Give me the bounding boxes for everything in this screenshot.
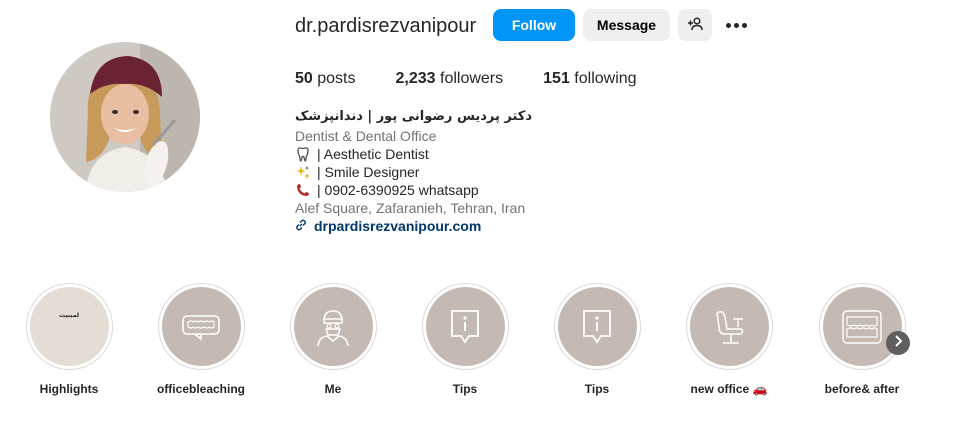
followers-stat[interactable]: 2,233 followers bbox=[396, 70, 504, 88]
profile-avatar[interactable] bbox=[50, 42, 200, 192]
highlight-label: before& after bbox=[824, 382, 900, 396]
highlight-item[interactable]: Tips bbox=[399, 283, 531, 397]
sparkles-icon bbox=[295, 164, 311, 180]
dental-chair-icon bbox=[689, 287, 769, 366]
teeth-rows-icon bbox=[822, 287, 902, 366]
highlight-item[interactable]: لمینیت Highlights bbox=[3, 283, 135, 397]
chevron-right-icon bbox=[893, 334, 903, 352]
bio-line-aesthetic: | Aesthetic Dentist bbox=[295, 145, 532, 163]
telephone-icon bbox=[295, 182, 311, 198]
highlight-ring bbox=[818, 283, 906, 370]
teeth-speech-bubble-icon bbox=[161, 287, 241, 366]
person-add-icon bbox=[687, 16, 703, 35]
info-bubble-icon bbox=[557, 287, 637, 366]
highlight-item[interactable]: officebleaching bbox=[135, 283, 267, 397]
profile-username: dr.pardisrezvanipour bbox=[295, 15, 477, 37]
bio-line-phone: | 0902-6390925 whatsapp bbox=[295, 181, 532, 199]
story-highlights: لمینیت Highlights officebleaching Me Tip… bbox=[0, 283, 976, 403]
highlights-next-button[interactable] bbox=[886, 331, 910, 355]
highlight-label: officebleaching bbox=[156, 382, 245, 396]
posts-stat[interactable]: 50 posts bbox=[295, 70, 356, 88]
tooth-icon bbox=[295, 146, 311, 162]
profile-category: Dentist & Dental Office bbox=[295, 128, 437, 144]
highlight-ring: لمینیت bbox=[25, 283, 113, 370]
highlight-ring bbox=[685, 283, 773, 370]
link-icon bbox=[295, 219, 309, 233]
highlight-item[interactable]: Me bbox=[267, 283, 399, 397]
highlight-ring bbox=[289, 283, 377, 370]
profile-photo bbox=[50, 42, 200, 192]
profile-stats: 50 posts 2,233 followers 151 following bbox=[295, 70, 677, 88]
highlight-label: new office 🚗 bbox=[690, 382, 768, 396]
profile-address: Alef Square, Zafaranieh, Tehran, Iran bbox=[295, 200, 526, 216]
text-cover-icon: لمینیت bbox=[29, 287, 109, 366]
highlight-item[interactable]: Tips bbox=[531, 283, 663, 397]
highlight-ring bbox=[157, 283, 245, 370]
add-user-button[interactable] bbox=[678, 9, 712, 41]
profile-full-name: دکتر پردیس رضوانی پور | دندانپزشک bbox=[295, 109, 532, 124]
highlight-label: Tips bbox=[452, 382, 478, 396]
profile-bio: دکتر پردیس رضوانی پور | دندانپزشک Dentis… bbox=[295, 108, 532, 235]
profile-website-link[interactable]: drpardisrezvanipour.com bbox=[295, 217, 532, 235]
highlight-item[interactable]: new office 🚗 bbox=[663, 283, 795, 397]
highlight-label: Highlights bbox=[39, 382, 99, 396]
follow-button[interactable]: Follow bbox=[493, 9, 575, 41]
dentist-avatar-icon bbox=[293, 287, 373, 366]
info-bubble-icon bbox=[425, 287, 505, 366]
more-options-button[interactable] bbox=[722, 14, 750, 36]
highlight-ring bbox=[553, 283, 641, 370]
highlight-label: Tips bbox=[584, 382, 610, 396]
following-stat[interactable]: 151 following bbox=[543, 70, 636, 88]
more-options-icon bbox=[725, 22, 731, 28]
highlight-label: Me bbox=[324, 382, 342, 396]
highlight-ring bbox=[421, 283, 509, 370]
message-button[interactable]: Message bbox=[583, 9, 670, 41]
bio-line-smile: | Smile Designer bbox=[295, 163, 532, 181]
